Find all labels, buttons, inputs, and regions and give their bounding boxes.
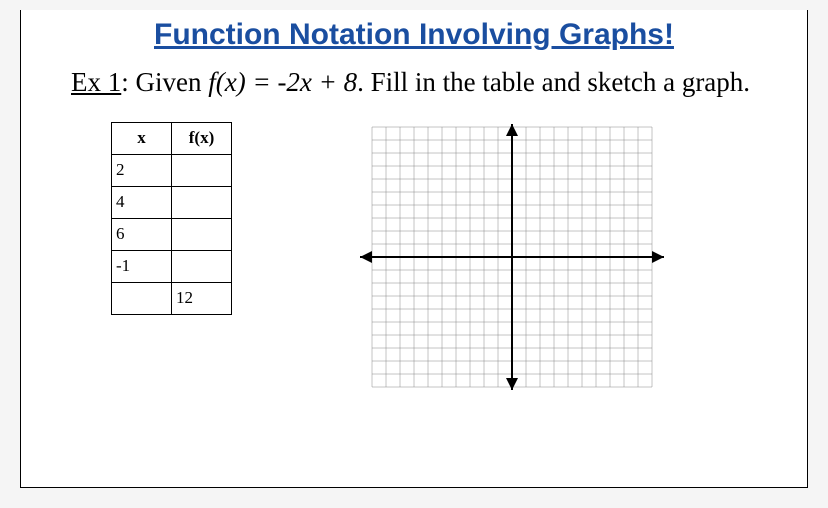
col-x-header: x <box>112 122 172 154</box>
function-definition: f(x) = -2x + 8 <box>208 67 357 97</box>
content-row: x f(x) 2 4 6 -1 <box>71 122 757 392</box>
coordinate-grid <box>352 122 672 392</box>
value-table: x f(x) 2 4 6 -1 <box>111 122 232 315</box>
prompt-prefix: : Given <box>121 67 208 97</box>
example-prompt: Ex 1: Given f(x) = -2x + 8. Fill in the … <box>71 66 757 100</box>
table-row: 4 <box>112 186 232 218</box>
table-row: 2 <box>112 154 232 186</box>
table-row: -1 <box>112 250 232 282</box>
page-title: Function Notation Involving Graphs! <box>71 18 757 52</box>
table-row: 6 <box>112 218 232 250</box>
cell-x: -1 <box>112 250 172 282</box>
table-row: 12 <box>112 282 232 314</box>
col-fx-header: f(x) <box>172 122 232 154</box>
cell-x: 4 <box>112 186 172 218</box>
cell-fx: 12 <box>172 282 232 314</box>
prompt-suffix: . Fill in the table and sketch a graph. <box>357 67 750 97</box>
example-label: Ex 1 <box>71 67 121 97</box>
cell-fx <box>172 250 232 282</box>
cell-x: 6 <box>112 218 172 250</box>
cell-fx <box>172 154 232 186</box>
cell-fx <box>172 218 232 250</box>
slide: Function Notation Involving Graphs! Ex 1… <box>20 10 808 488</box>
cell-x: 2 <box>112 154 172 186</box>
cell-x <box>112 282 172 314</box>
table-header-row: x f(x) <box>112 122 232 154</box>
cell-fx <box>172 186 232 218</box>
